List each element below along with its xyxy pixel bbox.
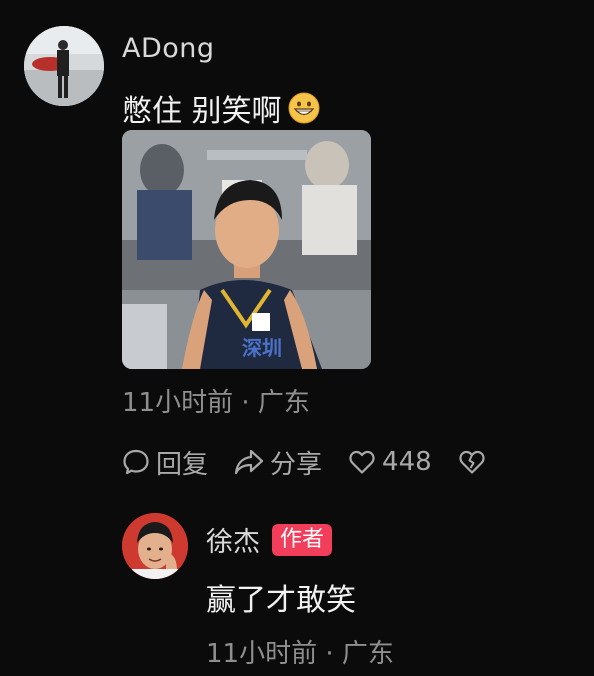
- like-button[interactable]: 448: [348, 447, 432, 477]
- chat-bubble-icon: [122, 448, 150, 476]
- svg-text:深圳: 深圳: [242, 337, 282, 360]
- comment-text-content: 憋住 别笑啊: [122, 94, 282, 129]
- reply-username[interactable]: 徐杰: [206, 520, 260, 559]
- comment-text: 憋住 别笑啊: [122, 86, 320, 130]
- player-photo: 深圳: [122, 130, 371, 369]
- reply-button[interactable]: 回复: [122, 444, 208, 481]
- reply-avatar[interactable]: [122, 513, 188, 579]
- author-badge: 作者: [272, 523, 333, 556]
- heart-icon: [348, 449, 376, 475]
- share-label: 分享: [270, 449, 323, 480]
- broken-heart-icon: [458, 449, 486, 475]
- comment-item: ADong 憋住 别笑啊 深圳 11小时前 · 广东 回复 分享 448 徐杰 …: [0, 0, 594, 676]
- reply-text: 赢了才敢笑: [206, 583, 356, 618]
- reply-header: 徐杰 作者: [206, 520, 333, 559]
- like-count: 448: [382, 447, 432, 477]
- reply-label: 回复: [156, 449, 209, 480]
- dislike-button[interactable]: [458, 449, 486, 475]
- comment-meta: 11小时前 · 广东: [122, 388, 310, 418]
- comment-image[interactable]: 深圳: [122, 130, 371, 369]
- share-button[interactable]: 分享: [234, 444, 322, 481]
- grinning-face-icon: [288, 92, 320, 124]
- avatar-photo: [24, 26, 104, 106]
- reply-avatar-photo: [122, 513, 188, 579]
- avatar[interactable]: [24, 26, 104, 106]
- comment-username[interactable]: ADong: [122, 33, 215, 64]
- share-arrow-icon: [234, 448, 264, 476]
- reply-meta: 11小时前 · 广东: [206, 639, 394, 669]
- comment-actions: 回复 分享 448: [122, 442, 512, 482]
- reply-item: 徐杰 作者 赢了才敢笑 11小时前 · 广东: [0, 505, 594, 676]
